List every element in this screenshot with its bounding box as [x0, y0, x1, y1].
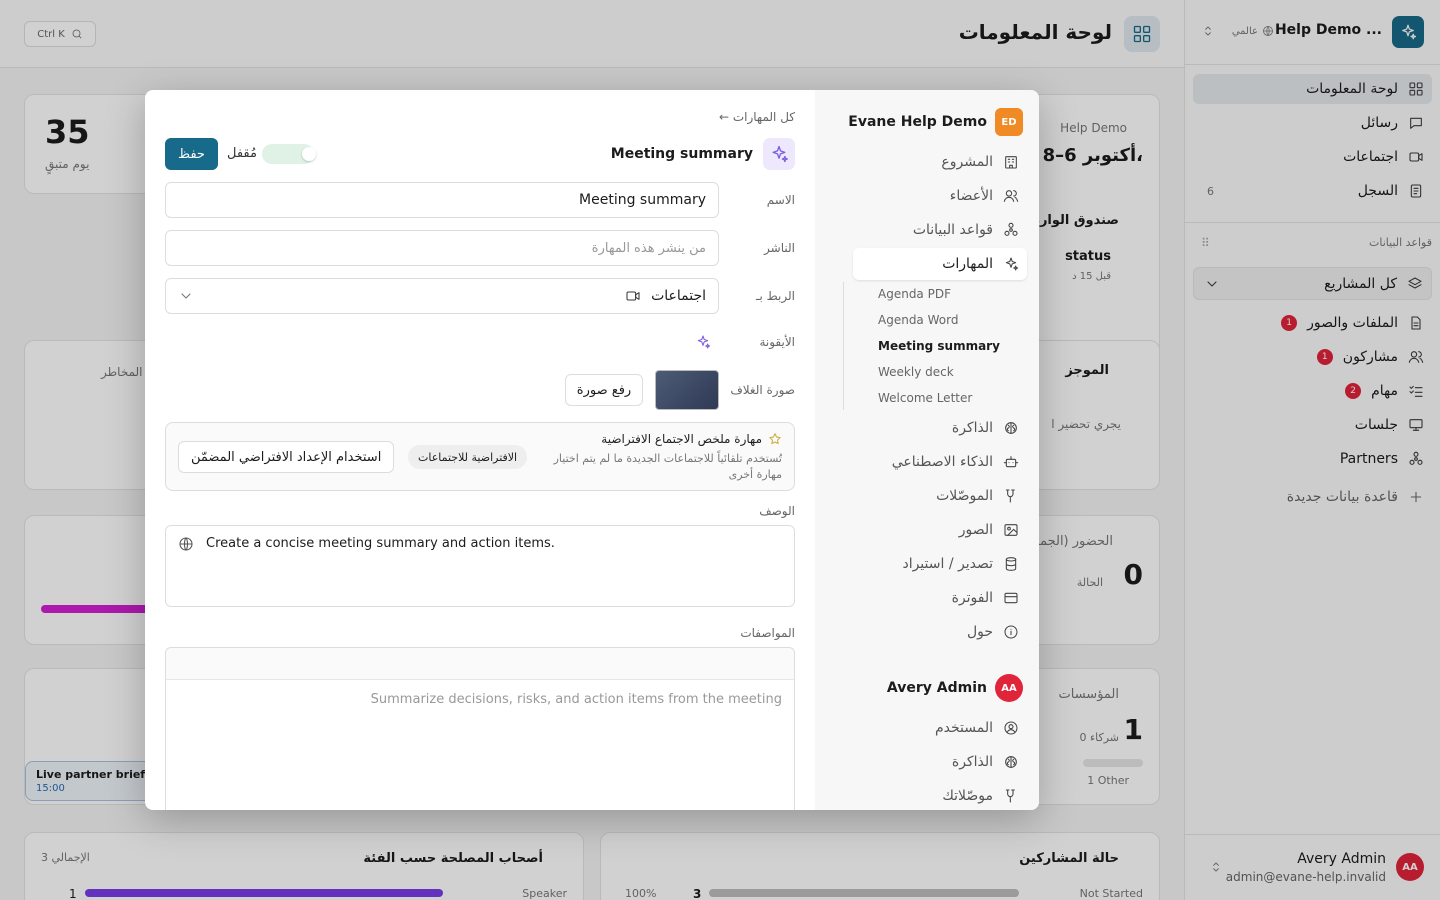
publisher-field[interactable]: من ينشر هذه المهارة [165, 230, 719, 266]
locked-toggle[interactable] [262, 144, 316, 164]
brain-icon [1005, 756, 1017, 768]
avatar: AA [995, 674, 1023, 702]
default-skill-title-text: مهارة ملخص الاجتماع الافتراضية [601, 432, 762, 446]
card-icon [1004, 592, 1018, 604]
default-skill-description: تُستخدم تلقائياً للاجتماعات الجديدة ما ل… [553, 452, 782, 481]
settings-item-billing[interactable]: الفوترة [853, 582, 1027, 614]
settings-item-label: حول [966, 624, 993, 640]
account-name: Avery Admin [886, 680, 987, 696]
link-select-value: اجتماعات [625, 288, 706, 304]
name-field[interactable]: Meeting summary [165, 182, 719, 218]
link-select[interactable]: اجتماعات [165, 278, 719, 314]
org-name: Evane Help Demo [848, 114, 987, 130]
connector-icon [1005, 789, 1015, 803]
skill-editor: ← كل المهارات Meeting summary حفظ مُقفل … [145, 90, 815, 810]
link-label: الربط بـ [755, 289, 795, 303]
settings-nav: Evane Help Demo ED المشروع الأعضاء قواعد… [815, 90, 1039, 810]
settings-item-label: المستخدم [934, 720, 993, 736]
settings-item-about[interactable]: حول [853, 616, 1027, 648]
skill-header: Meeting summary [611, 138, 795, 170]
settings-item-label: الذاكرة [951, 420, 993, 436]
settings-item-your-connectors[interactable]: موصّلاتك [853, 780, 1027, 810]
description-field[interactable]: Create a concise meeting summary and act… [165, 525, 795, 607]
toggle-knob [302, 147, 316, 161]
skill-item[interactable]: Weekly deck [878, 365, 954, 379]
users-icon [1003, 190, 1019, 202]
settings-item-ai[interactable]: الذكاء الاصطناعي [853, 446, 1027, 478]
settings-item-project[interactable]: المشروع [853, 146, 1027, 178]
settings-item-label: قواعد البيانات [912, 222, 993, 238]
settings-item-label: المشروع [941, 154, 993, 170]
name-value: Meeting summary [579, 192, 706, 208]
locked-label: مُقفل [227, 146, 257, 161]
settings-modal: Evane Help Demo ED المشروع الأعضاء قواعد… [145, 90, 1039, 810]
cover-image-preview[interactable] [655, 370, 719, 410]
settings-item-connectors[interactable]: الموصّلات [853, 480, 1027, 512]
settings-item-export-import[interactable]: تصدير / استيراد [853, 548, 1027, 580]
settings-item-label: الموصّلات [936, 488, 993, 504]
settings-item-memory[interactable]: الذاكرة [853, 412, 1027, 444]
skill-item[interactable]: Agenda Word [878, 313, 958, 327]
publisher-label: الناشر [764, 241, 795, 255]
settings-item-label: الذكاء الاصطناعي [891, 454, 993, 470]
globe-icon[interactable] [178, 536, 194, 552]
description-label: الوصف [759, 504, 795, 518]
org-avatar: ED [995, 108, 1023, 136]
settings-item-label: الصور [958, 522, 993, 538]
specs-toolbar [166, 648, 794, 680]
settings-item-label: الذاكرة [951, 754, 993, 770]
settings-item-label: موصّلاتك [942, 788, 993, 804]
sparkles-icon [1005, 257, 1019, 271]
skills-tree-line [843, 282, 844, 410]
skill-item[interactable]: Welcome Letter [878, 391, 972, 405]
use-builtin-default-button[interactable]: استخدام الإعداد الافتراضي المضمّن [178, 441, 395, 473]
publisher-placeholder: من ينشر هذه المهارة [591, 240, 706, 256]
account-header: Avery Admin AA [887, 674, 1023, 702]
settings-item-images[interactable]: الصور [853, 514, 1027, 546]
name-label: الاسم [766, 193, 795, 207]
settings-item-user[interactable]: المستخدم [853, 712, 1027, 744]
org-header: Evane Help Demo ED [848, 108, 1023, 136]
description-value: Create a concise meeting summary and act… [206, 536, 555, 551]
settings-item-label: الأعضاء [949, 188, 993, 204]
robot-icon [1003, 456, 1019, 468]
settings-item-label: المهارات [942, 256, 993, 272]
info-icon [1004, 625, 1018, 639]
skill-name-title: Meeting summary [610, 146, 753, 162]
sparkles-icon [772, 145, 788, 163]
sparkles-icon [697, 335, 711, 349]
specs-editor[interactable]: Summarize decisions, risks, and action i… [165, 647, 795, 810]
skill-icon-badge [763, 138, 795, 170]
default-skill-panel: مهارة ملخص الاجتماع الافتراضية تُستخدم ت… [165, 422, 795, 491]
connector-icon [1005, 489, 1015, 503]
brain-icon [1005, 422, 1017, 434]
video-icon [626, 291, 640, 301]
icon-picker[interactable] [695, 334, 711, 350]
specs-label: المواصفات [740, 626, 795, 640]
cover-label: صورة الغلاف [730, 383, 795, 397]
skill-item[interactable]: Agenda PDF [878, 287, 951, 301]
back-to-skills-link[interactable]: ← كل المهارات [719, 110, 795, 124]
building-icon [1005, 156, 1017, 169]
image-icon [1004, 524, 1018, 536]
link-value: اجتماعات [651, 288, 706, 304]
network-icon [1004, 222, 1018, 236]
specs-placeholder: Summarize decisions, risks, and action i… [370, 692, 782, 707]
chevron-down-icon [181, 293, 191, 299]
icon-label: الأيقونة [759, 335, 795, 349]
default-meetings-tag: الافتراضية للاجتماعات [408, 445, 528, 469]
settings-item-databases[interactable]: قواعد البيانات [853, 214, 1027, 246]
settings-item-user-memory[interactable]: الذاكرة [853, 746, 1027, 778]
default-skill-title: مهارة ملخص الاجتماع الافتراضية [601, 432, 782, 446]
upload-image-button[interactable]: رفع صورة [565, 374, 643, 406]
settings-item-label: تصدير / استيراد [902, 556, 993, 572]
save-button[interactable]: حفظ [165, 138, 218, 170]
export-icon [1005, 557, 1017, 571]
settings-item-label: الفوترة [951, 590, 993, 606]
skill-item-selected[interactable]: Meeting summary [878, 339, 1000, 353]
settings-item-skills[interactable]: المهارات [853, 248, 1027, 280]
settings-item-members[interactable]: الأعضاء [853, 180, 1027, 212]
user-icon [1004, 721, 1018, 735]
star-icon [769, 433, 781, 445]
